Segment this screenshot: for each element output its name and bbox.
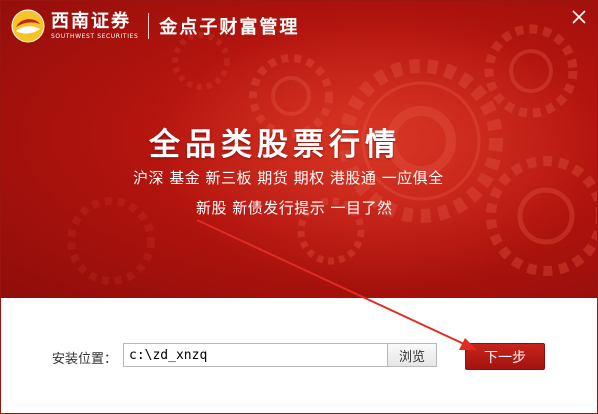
- installer-window: 西南证券 SOUTHWEST SECURITIES 金点子财富管理 全品类股票行…: [0, 0, 598, 414]
- pointer-arrow: [196, 219, 477, 350]
